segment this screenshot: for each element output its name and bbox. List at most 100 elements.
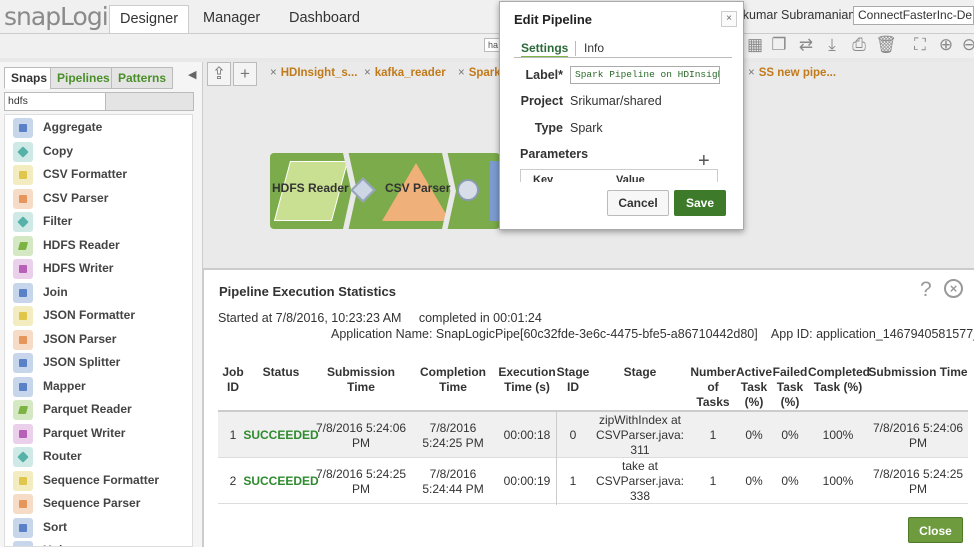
snap-label: CSV Formatter (43, 167, 128, 181)
snap-title: CSV Parser (385, 181, 451, 195)
column-header[interactable]: Submission Time (314, 365, 408, 395)
zoom-in-icon[interactable]: ⊕ (935, 34, 957, 56)
snap-icon (13, 165, 33, 185)
snap-label: Mapper (43, 378, 86, 393)
table-row[interactable]: 2 SUCCEEDED 7/8/2016 5:24:25 PM 7/8/2016 5:… (218, 457, 968, 504)
snap-list-item[interactable]: CSV Formatter (5, 163, 192, 186)
table-cell: 0 (569, 428, 577, 442)
nav-tab-dashboard[interactable]: Dashboard (279, 5, 370, 33)
snap-list-item[interactable]: Mapper (5, 375, 192, 398)
column-header[interactable]: Failed Task (%) (772, 365, 808, 410)
grid-icon[interactable]: ▦ (744, 34, 766, 56)
column-header[interactable]: Completed Task (%) (808, 365, 870, 395)
help-icon[interactable]: ? (920, 278, 932, 302)
pipeline-graph[interactable]: HDFS Reader CSV Parser (270, 153, 500, 229)
close-tab-icon[interactable]: × (458, 67, 465, 79)
column-header[interactable]: Status (248, 365, 314, 380)
org-select[interactable]: ConnectFasterInc-De... (853, 6, 974, 25)
snap-icon (13, 470, 33, 491)
snap-icon (13, 118, 33, 138)
zoom-out-icon[interactable]: ⊖ (958, 34, 974, 56)
close-tab-icon[interactable]: × (748, 67, 755, 79)
snap-list-item[interactable]: Sequence Formatter (5, 469, 192, 492)
snap-icon (13, 188, 33, 209)
column-header[interactable]: Stage (590, 365, 690, 380)
trash-icon[interactable]: 🗑 (875, 34, 897, 56)
table-cell: 0% (745, 428, 763, 442)
copy-icon[interactable]: ❐ (768, 34, 790, 56)
snap-list-item[interactable]: JSON Splitter (5, 351, 192, 374)
close-icon[interactable]: × (944, 279, 963, 298)
column-header[interactable]: Number of Tasks (690, 365, 736, 410)
snap-list-item[interactable]: Sort (5, 516, 192, 539)
close-tab-icon[interactable]: × (364, 67, 371, 79)
table-row[interactable]: 1 SUCCEEDED 7/8/2016 5:24:06 PM 7/8/2016 5:… (218, 410, 968, 457)
snap-list-item[interactable]: JSON Parser (5, 328, 192, 351)
download-icon[interactable]: ⤓ (821, 34, 843, 56)
add-pipeline-icon[interactable]: + (233, 62, 257, 86)
upload-icon[interactable]: ⇪ (207, 62, 231, 86)
snap-list-item[interactable]: Aggregate (5, 116, 192, 139)
tab-snaps[interactable]: Snaps (4, 67, 55, 89)
tab-settings[interactable]: Settings (521, 41, 569, 58)
snap-list-item[interactable]: Sequence Parser (5, 492, 192, 515)
dialog-title: Edit Pipeline (514, 12, 593, 27)
edit-pipeline-dialog: Edit Pipeline × Settings Info Label* Spa… (499, 1, 744, 230)
output-port-circle[interactable] (457, 179, 479, 201)
close-button[interactable]: Close (908, 517, 963, 543)
close-tab-icon[interactable]: × (270, 67, 277, 79)
column-header[interactable]: Job ID (218, 365, 248, 395)
user-menu[interactable]: ikumar Subramaniam (740, 8, 859, 22)
pipeline-tab[interactable]: × SS new pipe... (744, 64, 842, 84)
snap-icon (13, 447, 33, 467)
top-bar: snapLogic Designer Manager Dashboard iku… (0, 0, 974, 34)
column-header[interactable]: Submission Time (868, 365, 968, 380)
print-icon[interactable]: ⎙ (848, 34, 870, 56)
snap-list-item[interactable]: Join (5, 281, 192, 304)
snap-filter-input[interactable]: hdfs (4, 92, 106, 111)
snap-list-item[interactable]: HDFS Writer (5, 257, 192, 280)
snap-list-item[interactable]: CSV Parser (5, 187, 192, 210)
status-badge: SUCCEEDED (243, 474, 319, 488)
column-header[interactable]: Active Task (%) (736, 365, 772, 410)
snap-list-item[interactable]: Parquet Reader (5, 398, 192, 421)
table-cell: 100% (822, 474, 854, 488)
column-header[interactable]: Execution Time (s) (498, 365, 556, 395)
snap-list-item[interactable]: Filter (5, 210, 192, 233)
table-cell: 00:00:19 (503, 474, 551, 488)
snap-label: Filter (43, 214, 73, 228)
swap-icon[interactable]: ⇄ (795, 34, 817, 56)
snap-list-item[interactable]: Union (5, 539, 192, 546)
pipeline-tab[interactable]: × kafka_reader (360, 64, 452, 84)
snap-label: Copy (43, 143, 73, 158)
label-field-label: Label* (525, 68, 563, 82)
snap-label: Sort (43, 519, 67, 534)
snap-list-item[interactable]: Copy (5, 140, 192, 163)
snap-label: JSON Parser (43, 331, 117, 346)
table-cell: 0% (781, 428, 799, 442)
snap-icon (13, 235, 33, 256)
tab-patterns[interactable]: Patterns (111, 67, 174, 89)
tab-pipelines[interactable]: Pipelines (50, 67, 117, 89)
snap-title: HDFS Reader (272, 181, 349, 195)
snap-list-item[interactable]: JSON Formatter (5, 304, 192, 327)
tab-info[interactable]: Info (584, 41, 604, 55)
collapse-panel-icon[interactable]: ◀ (188, 68, 196, 81)
snap-list-item[interactable]: HDFS Reader (5, 234, 192, 257)
table-cell: 0% (745, 474, 763, 488)
label-input[interactable]: Spark Pipeline on HDInsight (570, 66, 720, 84)
column-header[interactable]: Stage ID (556, 365, 590, 395)
pipeline-tab[interactable]: × HDInsight_s... (266, 64, 363, 84)
nav-tab-manager[interactable]: Manager (193, 5, 270, 33)
fit-icon[interactable]: ⛶ (909, 34, 931, 56)
snaplogic-logo[interactable]: snapLogic (4, 2, 121, 31)
snap-list-item[interactable]: Parquet Writer (5, 422, 192, 445)
dialog-close-icon[interactable]: × (721, 11, 737, 27)
snap-list-item[interactable]: Router (5, 445, 192, 468)
nav-tab-designer[interactable]: Designer (109, 5, 190, 33)
column-header[interactable]: Completion Time (408, 365, 498, 395)
save-button[interactable]: Save (674, 190, 726, 216)
snap-list[interactable]: Aggregate Copy CSV Formatter CSV Parser Filt… (4, 114, 193, 547)
snap-icon (13, 306, 33, 326)
cancel-button[interactable]: Cancel (607, 190, 669, 216)
